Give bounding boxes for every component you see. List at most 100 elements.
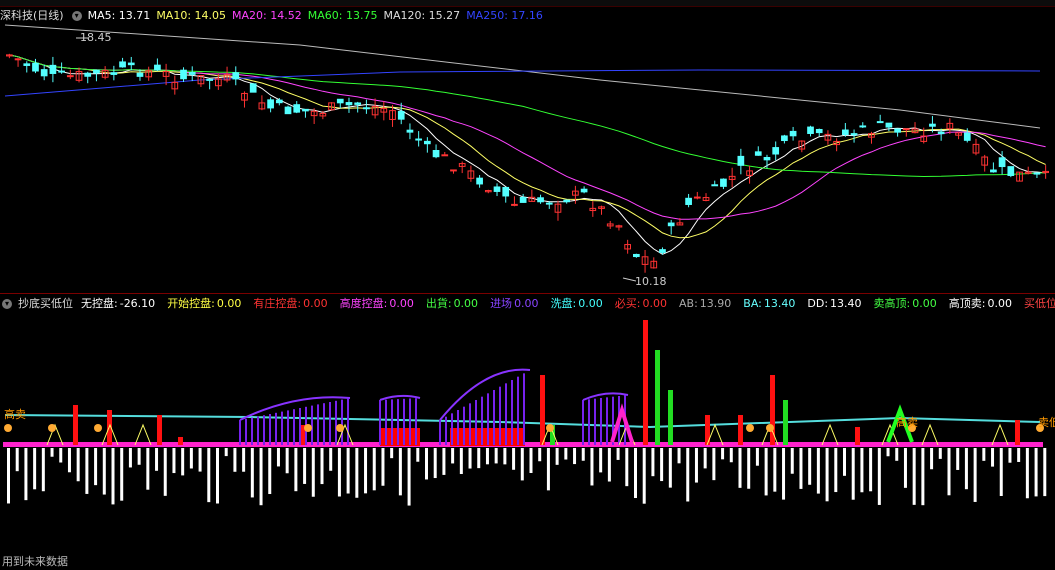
volume-bar bbox=[381, 448, 385, 486]
volume-bar bbox=[15, 448, 19, 472]
candle-body bbox=[415, 138, 422, 141]
candle-body bbox=[929, 123, 936, 127]
signal-bar bbox=[157, 415, 162, 445]
volume-bar bbox=[442, 448, 446, 475]
volume-bar bbox=[520, 448, 524, 481]
hand-icon bbox=[336, 424, 344, 432]
candle-body bbox=[633, 253, 640, 258]
candle-body bbox=[66, 75, 74, 78]
candle-body bbox=[40, 69, 48, 77]
volume-bar bbox=[808, 448, 812, 485]
signal-bar bbox=[643, 320, 648, 445]
indicator-options-icon[interactable]: ▾ bbox=[2, 299, 12, 309]
candle-body bbox=[859, 125, 867, 128]
volume-bar bbox=[494, 448, 498, 464]
candle-body bbox=[293, 104, 301, 113]
candle-body bbox=[937, 131, 945, 135]
volume-bar bbox=[947, 448, 951, 496]
volume-bar bbox=[24, 448, 28, 501]
candle-body bbox=[110, 72, 118, 75]
volume-bar bbox=[851, 448, 855, 500]
candle-body bbox=[406, 129, 414, 133]
hand-icon bbox=[48, 424, 56, 432]
candle-body bbox=[93, 69, 100, 74]
volume-bar bbox=[7, 448, 10, 504]
candle-body bbox=[450, 169, 457, 172]
signal-bar bbox=[668, 390, 673, 445]
volume-bar bbox=[625, 448, 629, 487]
volume-bar bbox=[233, 448, 237, 472]
volume-bar bbox=[198, 448, 202, 472]
hand-icon bbox=[4, 424, 12, 432]
ma-line bbox=[9, 54, 1046, 239]
ma-line bbox=[9, 54, 1046, 255]
volume-bar bbox=[694, 448, 698, 483]
volume-bar bbox=[303, 448, 307, 484]
indicator-field: 卖高顶: 0.00 bbox=[873, 297, 937, 310]
volume-bar bbox=[921, 448, 925, 506]
indicator-field: 洗盘: 0.00 bbox=[550, 297, 603, 310]
volume-bar bbox=[912, 448, 916, 505]
volume-bar bbox=[459, 448, 463, 475]
volume-bar bbox=[355, 448, 359, 498]
indicator-field: BA: 13.40 bbox=[743, 297, 796, 310]
volume-bar bbox=[651, 448, 655, 477]
candle-body bbox=[363, 107, 370, 110]
volume-bar bbox=[721, 448, 725, 460]
indicator-field: 高度控盘: 0.00 bbox=[339, 297, 414, 310]
candle-body bbox=[84, 72, 92, 77]
hand-icon bbox=[546, 424, 554, 432]
indicator-field: 无控盘: -26.10 bbox=[81, 297, 156, 310]
volume-bar bbox=[59, 448, 63, 463]
sell-low-marker: 卖低 bbox=[1038, 416, 1055, 429]
volume-bar bbox=[76, 448, 80, 482]
candle-body bbox=[885, 122, 893, 128]
volume-bar bbox=[433, 448, 437, 479]
signal-bar bbox=[1015, 420, 1020, 445]
volume-bar bbox=[50, 448, 54, 457]
indicator-field: 买低位:0.00 bbox=[1023, 297, 1055, 310]
candle-body bbox=[842, 129, 849, 136]
volume-bar bbox=[999, 448, 1003, 496]
volume-bar bbox=[1025, 448, 1029, 499]
indicator-field: 进场 0.00 bbox=[490, 297, 539, 310]
volume-bar bbox=[938, 448, 942, 459]
candle-body bbox=[249, 83, 257, 93]
sell-high-marker-left: 高卖 bbox=[4, 407, 26, 421]
kline-chart[interactable]: 18.45 10.18 bbox=[0, 0, 1055, 293]
candle-body bbox=[876, 121, 884, 124]
ma-line bbox=[9, 54, 1046, 178]
volume-bar bbox=[860, 448, 864, 493]
volume-bar bbox=[703, 448, 707, 469]
volume-bar bbox=[216, 448, 219, 504]
volume-bar bbox=[546, 448, 550, 491]
volume-bar bbox=[128, 448, 132, 468]
candle-body bbox=[119, 61, 126, 68]
volume-bar bbox=[773, 448, 777, 492]
volume-bar bbox=[956, 448, 960, 470]
volume-bar bbox=[120, 448, 124, 501]
hand-icon bbox=[746, 424, 754, 432]
volume-bar bbox=[207, 448, 211, 503]
candle-body bbox=[275, 99, 283, 104]
candle-body bbox=[545, 202, 553, 205]
indicator-field: AB: 13.90 bbox=[679, 297, 732, 310]
sell-high-marker-right: 高卖 bbox=[896, 415, 918, 429]
candle-body bbox=[502, 186, 510, 197]
candle-body bbox=[206, 78, 214, 81]
volume-bar bbox=[67, 448, 71, 473]
candle-body bbox=[14, 58, 22, 61]
volume-bar bbox=[825, 448, 829, 502]
volume-bar bbox=[895, 448, 899, 461]
volume-bar bbox=[799, 448, 803, 489]
volume-bar bbox=[555, 448, 559, 465]
volume-bar bbox=[590, 448, 594, 486]
indicator-field: 有庄控盘: 0.00 bbox=[253, 297, 328, 310]
future-data-note: 用到未来数据 bbox=[2, 555, 68, 568]
indicator-chart[interactable]: 高卖 高卖 卖低 bbox=[0, 310, 1055, 570]
indicator-field: 出貨: 0.00 bbox=[425, 297, 479, 310]
ma-line bbox=[4, 24, 1041, 129]
candle-body bbox=[693, 196, 701, 199]
volume-bar bbox=[329, 448, 333, 471]
volume-bar bbox=[33, 448, 37, 490]
